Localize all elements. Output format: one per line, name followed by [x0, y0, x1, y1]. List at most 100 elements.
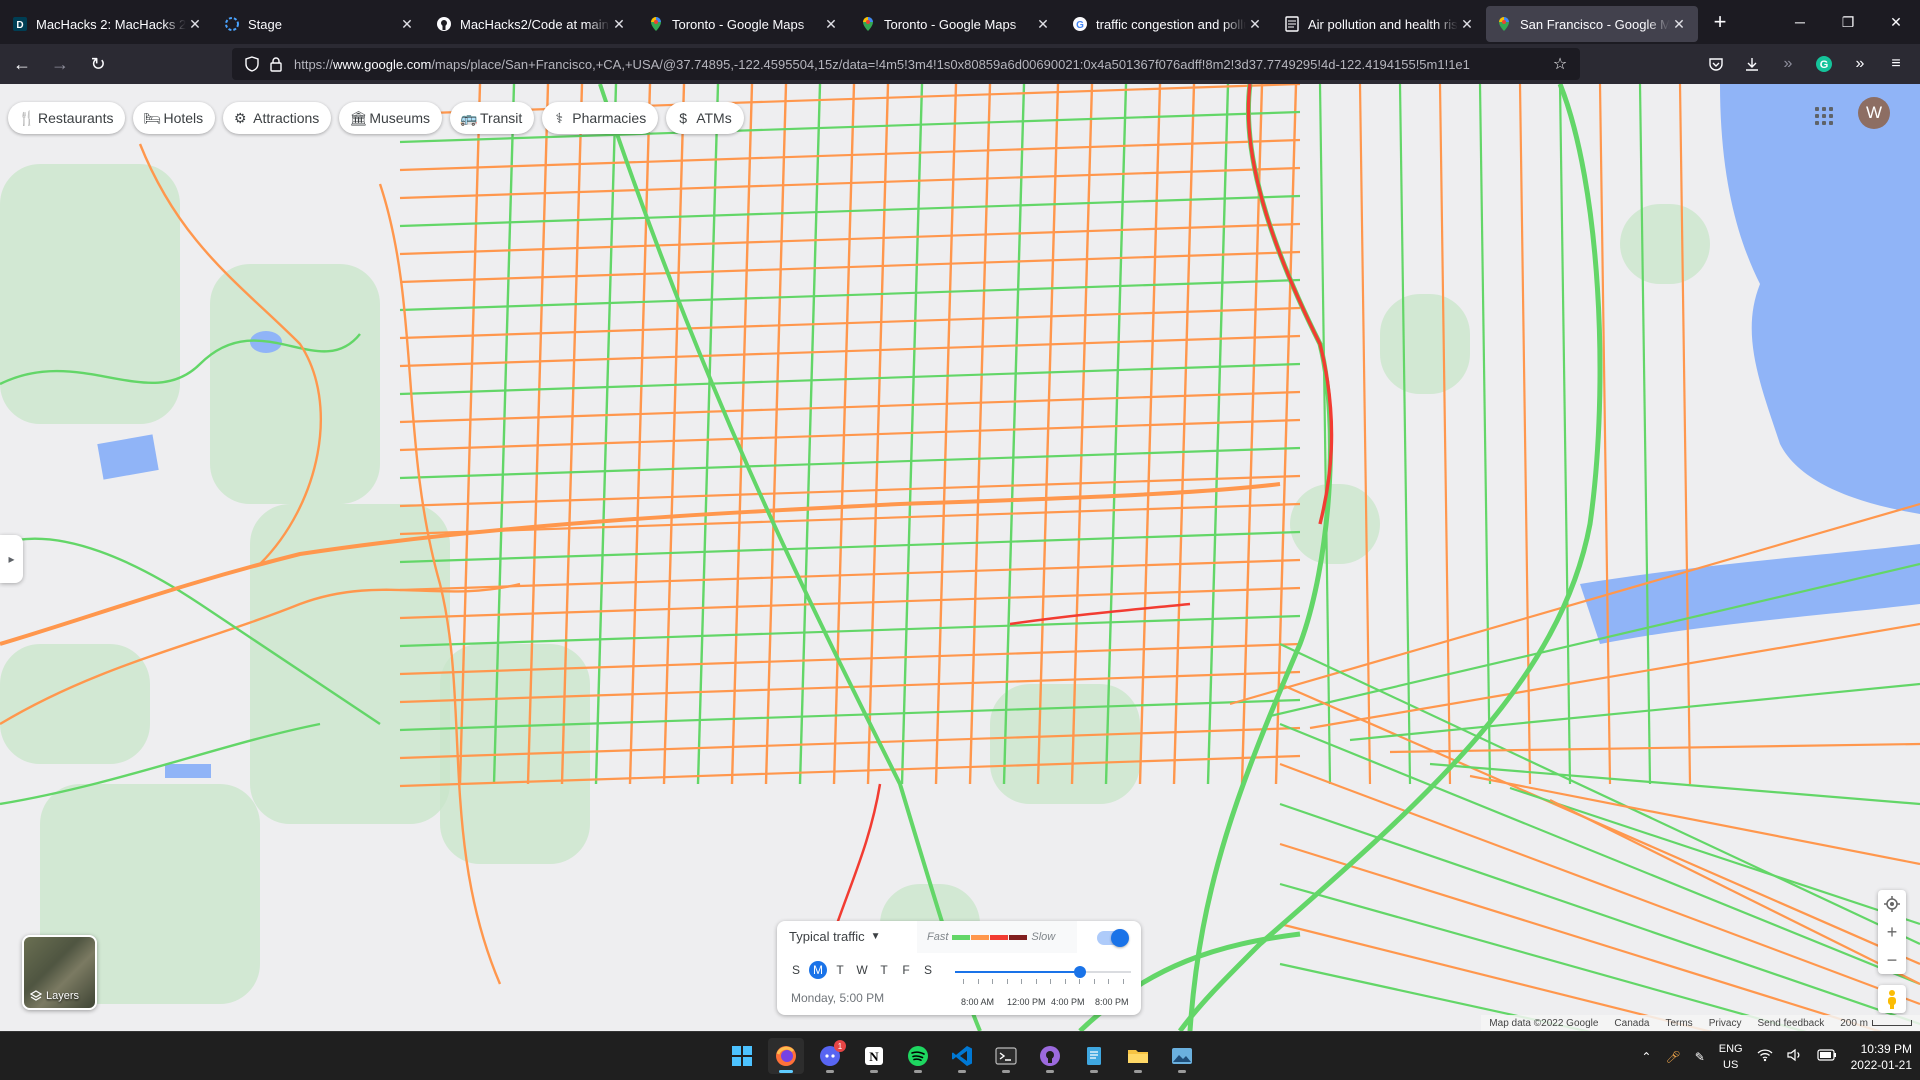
url-bar[interactable]: https://www.google.com/maps/place/San+Fr… — [232, 48, 1580, 80]
day-button[interactable]: T — [831, 961, 849, 979]
restore-icon[interactable]: ❐ — [1824, 0, 1872, 44]
close-tab-icon[interactable]: ✕ — [1034, 15, 1052, 33]
chip-atms[interactable]: $ ATMs — [666, 102, 744, 134]
traffic-toggle[interactable] — [1097, 929, 1129, 947]
photos-icon[interactable] — [1164, 1038, 1200, 1074]
traffic-when: Monday, 5:00 PM — [791, 991, 885, 1005]
close-tab-icon[interactable]: ✕ — [186, 15, 204, 33]
reload-icon[interactable]: ↻ — [82, 48, 114, 80]
chip-transit[interactable]: 🚌 Transit — [450, 102, 535, 134]
pen-icon[interactable]: ✎ — [1695, 1050, 1705, 1064]
pegman-icon[interactable] — [1878, 985, 1906, 1013]
microphone-icon[interactable]: 🎤︎ — [1665, 1050, 1680, 1064]
extension-arrows-icon[interactable]: » — [1772, 48, 1804, 80]
close-tab-icon[interactable]: ✕ — [1246, 15, 1264, 33]
url-text[interactable]: https://www.google.com/maps/place/San+Fr… — [294, 57, 1548, 72]
grammarly-icon[interactable]: G — [1808, 48, 1840, 80]
close-tab-icon[interactable]: ✕ — [1458, 15, 1476, 33]
start-icon[interactable] — [724, 1038, 760, 1074]
discord-icon[interactable]: 1 — [812, 1038, 848, 1074]
notion-icon[interactable]: N — [856, 1038, 892, 1074]
account-avatar[interactable]: W — [1858, 97, 1890, 129]
downloads-icon[interactable] — [1736, 48, 1768, 80]
overflow-chevron-icon[interactable]: » — [1844, 48, 1876, 80]
layers-button[interactable]: Layers — [22, 935, 97, 1010]
tab-title: Toronto - Google Maps — [884, 16, 1017, 32]
zoom-out-icon[interactable]: − — [1878, 946, 1906, 974]
map-graphics[interactable] — [0, 84, 1920, 1031]
menu-icon[interactable]: ≡ — [1880, 48, 1912, 80]
close-window-icon[interactable]: ✕ — [1872, 0, 1920, 44]
chip-label: Restaurants — [38, 110, 114, 126]
privacy-link[interactable]: Privacy — [1709, 1018, 1742, 1029]
firefox-icon[interactable] — [768, 1038, 804, 1074]
traffic-mode-dropdown[interactable]: Typical traffic ▼ — [789, 929, 881, 944]
browser-tab[interactable]: Toronto - Google Maps ✕ — [638, 6, 850, 42]
spotify-icon[interactable] — [900, 1038, 936, 1074]
street-line — [1206, 84, 1230, 785]
clock[interactable]: 10:39 PM 2022-01-21 — [1851, 1041, 1912, 1073]
stage-icon — [224, 16, 240, 32]
region-link[interactable]: Canada — [1614, 1018, 1649, 1029]
close-tab-icon[interactable]: ✕ — [822, 15, 840, 33]
scale-bar[interactable]: 200 m — [1840, 1018, 1912, 1029]
day-button[interactable]: W — [853, 961, 871, 979]
day-button[interactable]: S — [919, 961, 937, 979]
day-button[interactable]: T — [875, 961, 893, 979]
park-area — [0, 644, 150, 764]
close-tab-icon[interactable]: ✕ — [1670, 15, 1688, 33]
clock-date: 2022-01-21 — [1850, 1057, 1912, 1072]
street-line — [1358, 84, 1372, 785]
chip-museums[interactable]: 🏛 Museums — [339, 102, 442, 134]
shield-icon[interactable] — [240, 56, 264, 72]
chip-attractions[interactable]: ⚙ Attractions — [223, 102, 332, 134]
forward-icon[interactable]: → — [44, 48, 76, 80]
battery-icon[interactable] — [1817, 1049, 1837, 1064]
close-tab-icon[interactable]: ✕ — [398, 15, 416, 33]
lock-icon[interactable] — [264, 56, 288, 72]
time-slider[interactable] — [955, 966, 1131, 978]
send-feedback-link[interactable]: Send feedback — [1757, 1018, 1824, 1029]
my-location-icon[interactable] — [1878, 890, 1906, 918]
slider-thumb[interactable] — [1073, 966, 1086, 978]
volume-icon[interactable] — [1787, 1048, 1803, 1065]
browser-tab[interactable]: Stage ✕ — [214, 6, 426, 42]
tray-overflow-icon[interactable]: ⌃ — [1641, 1050, 1651, 1064]
terminal-icon[interactable] — [988, 1038, 1024, 1074]
browser-tab[interactable]: Gtraffic congestion and polluti ✕ — [1062, 6, 1274, 42]
collapse-side-panel-button[interactable]: ▸ — [0, 535, 23, 583]
notepad-icon[interactable] — [1076, 1038, 1112, 1074]
notification-badge: 1 — [834, 1040, 846, 1052]
bookmark-star-icon[interactable]: ☆ — [1548, 54, 1572, 74]
back-icon[interactable]: ← — [6, 48, 38, 80]
pocket-icon[interactable] — [1700, 48, 1732, 80]
browser-tab[interactable]: D MacHacks 2: MacHacks 2 is t✕ — [2, 6, 214, 42]
day-button[interactable]: S — [787, 961, 805, 979]
google-apps-icon[interactable] — [1808, 100, 1840, 132]
legend-swatch — [952, 934, 971, 940]
close-tab-icon[interactable]: ✕ — [610, 15, 628, 33]
terms-link[interactable]: Terms — [1665, 1018, 1692, 1029]
browser-tab[interactable]: Air pollution and health risks ✕ — [1274, 6, 1486, 42]
browser-tab[interactable]: San Francisco - Google Maps✕ — [1486, 6, 1698, 42]
chip-pharmacies[interactable]: ⚕ Pharmacies — [542, 102, 659, 134]
new-tab-button[interactable]: + — [1704, 6, 1736, 38]
map-canvas[interactable]: 🍴 Restaurants 🛏 Hotels ⚙ Attractions 🏛 Museums 🚌… — [0, 84, 1920, 1031]
chip-hotels[interactable]: 🛏 Hotels — [133, 102, 216, 134]
browser-tab[interactable]: MacHacks2/Code at main · d✕ — [426, 6, 638, 42]
github-desktop-icon[interactable] — [1032, 1038, 1068, 1074]
day-button[interactable]: F — [897, 961, 915, 979]
wifi-icon[interactable] — [1757, 1048, 1773, 1065]
minimize-icon[interactable]: ─ — [1776, 0, 1824, 44]
day-button[interactable]: M — [809, 961, 827, 979]
file-explorer-icon[interactable] — [1120, 1038, 1156, 1074]
street-line — [1438, 84, 1452, 785]
running-indicator — [1178, 1070, 1186, 1073]
fork-knife-icon: 🍴 — [18, 109, 36, 126]
browser-tab[interactable]: Toronto - Google Maps ✕ — [850, 6, 1062, 42]
language-indicator[interactable]: ENG US — [1719, 1041, 1743, 1073]
vscode-icon[interactable] — [944, 1038, 980, 1074]
chip-restaurants[interactable]: 🍴 Restaurants — [8, 102, 126, 134]
street-line — [399, 586, 1301, 620]
zoom-in-icon[interactable]: + — [1878, 918, 1906, 946]
